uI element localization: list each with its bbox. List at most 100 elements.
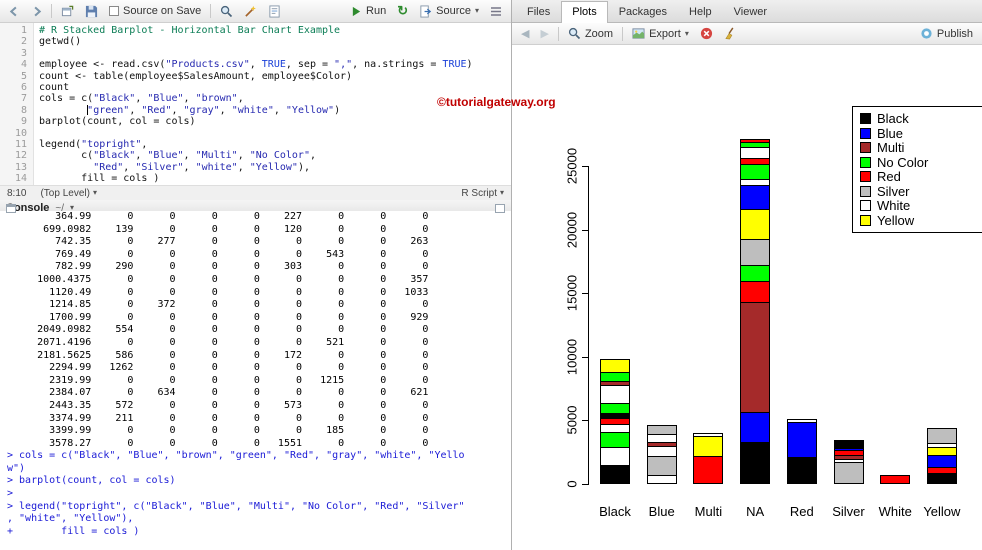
bar-segment [646,445,677,457]
code-tools-button[interactable] [240,4,261,19]
run-button[interactable]: Run [347,4,390,18]
bar-segment [693,435,724,457]
plot-canvas: 0 5000 10000 15000 20000 25000 Black Blue Multi N… [512,45,982,550]
nav-back-button[interactable] [5,5,24,18]
source-button[interactable]: Source ▾ [415,4,483,19]
x-axis-label: Yellow [923,504,961,519]
source-on-save-toggle[interactable]: Source on Save [105,4,205,18]
y-axis-tick [582,484,588,485]
bar-segment [646,434,677,443]
bar-segment [600,403,630,414]
compile-report-button[interactable] [264,4,285,19]
bar-segment [740,147,771,159]
toolbar-separator [51,4,52,18]
legend-label: No Color [877,154,929,170]
bar-segment [740,209,771,239]
legend-swatch [860,127,871,139]
export-image-icon [632,28,645,39]
code-line: legend("topright", [39,138,148,150]
popout-editor-button[interactable] [57,4,78,19]
source-pane: Source on Save Run ↻ Source ▾ 1 2 3 4 5 … [0,0,511,200]
console-output[interactable]: 364.99 0 0 0 0 227 0 0 0 699.0982 139 0 … [0,211,511,544]
bar-segment [833,462,864,484]
publish-icon [921,28,932,39]
rstudio-window: Source on Save Run ↻ Source ▾ 1 2 3 4 5 … [0,0,982,550]
chevron-down-icon: ▾ [92,188,97,197]
plot-forward-button[interactable]: ▶ [536,26,552,41]
code-editor[interactable]: 1 2 3 4 5 6 7 8 9 10 11 12 13 14 # R Stacked Barplot … [0,23,511,185]
legend-entry: No Color [860,156,982,170]
save-icon [85,5,98,17]
report-document-icon [269,4,280,18]
plots-pane: Files Plots Packages Help Viewer ◀ ▶ Zoom Ex… [511,0,982,550]
bar-segment [786,457,817,484]
zoom-button[interactable]: Zoom [564,26,617,41]
forward-icon: ▶ [540,28,549,40]
left-column: Source on Save Run ↻ Source ▾ 1 2 3 4 5 … [0,0,511,550]
bar-segment [740,302,771,412]
run-arrow-icon [352,6,361,16]
line-number: 11 [14,138,27,150]
console-line: > cols = c("Black", "Blue", "brown", "gr… [7,450,465,462]
toolbar-separator [557,26,559,41]
bar-black [600,359,630,484]
console-line: 3374.99 211 0 0 0 0 0 0 0 [7,412,429,424]
tab-viewer[interactable]: Viewer [723,1,778,22]
bar-segment [926,446,957,455]
remove-plot-button[interactable] [696,26,717,41]
find-replace-button[interactable] [216,4,237,19]
line-number: 6 [20,81,27,93]
legend-label: Red [877,169,901,185]
export-button[interactable]: Export ▾ [628,26,693,41]
line-number: 10 [14,127,27,139]
plot-back-button[interactable]: ◀ [517,26,533,41]
line-number: 14 [14,173,27,185]
back-chevron-icon [9,6,17,16]
minimize-pane-button[interactable] [6,203,16,213]
console-line: 1214.85 0 372 0 0 0 0 0 0 [7,299,429,311]
console-line: , "white", "Yellow"), [7,513,134,525]
y-axis-tick-label: 20000 [564,211,580,248]
legend-swatch [860,200,871,212]
tab-plots[interactable]: Plots [561,1,608,23]
tab-help[interactable]: Help [678,1,723,22]
legend-label: Blue [877,125,904,141]
bar-segment [926,472,957,484]
scope-selector[interactable]: (Top Level) ▾ [40,188,96,199]
nav-forward-button[interactable] [27,5,46,18]
bar-segment [833,439,864,448]
bar-na [740,138,771,484]
bar-segment [740,163,771,179]
tab-packages[interactable]: Packages [608,1,678,22]
source-on-save-checkbox[interactable] [109,6,119,16]
console-line: 699.0982 139 0 0 0 120 0 0 0 [7,223,429,235]
bar-red [786,418,817,484]
line-number: 7 [20,93,27,105]
maximize-pane-button[interactable] [495,203,505,213]
chevron-down-icon: ▾ [474,6,479,15]
publish-button[interactable]: Publish [916,26,977,41]
bar-segment [880,475,911,484]
document-outline-button[interactable] [486,5,506,18]
legend-entry: Red [860,170,982,184]
file-type-selector[interactable]: R Script ▾ [461,188,504,199]
console-line: 2443.35 572 0 0 0 573 0 0 0 [7,399,429,411]
line-number: 13 [14,161,27,173]
bar-segment [600,464,630,484]
code-line: fill = cols ) [39,173,160,185]
line-number: 5 [20,70,27,82]
tab-files[interactable]: Files [516,1,561,22]
clear-plots-button[interactable] [720,26,741,41]
bar-segment [926,454,957,467]
bar-multi [693,432,724,484]
bar-segment [740,280,771,303]
bar-white [880,475,911,484]
y-axis-tick [582,229,588,231]
console-line: 1700.99 0 0 0 0 0 0 0 929 [7,311,429,323]
rerun-button[interactable]: ↻ [393,2,412,20]
legend-label: Yellow [877,212,915,228]
save-button[interactable] [81,4,102,19]
bar-silver [833,439,864,484]
